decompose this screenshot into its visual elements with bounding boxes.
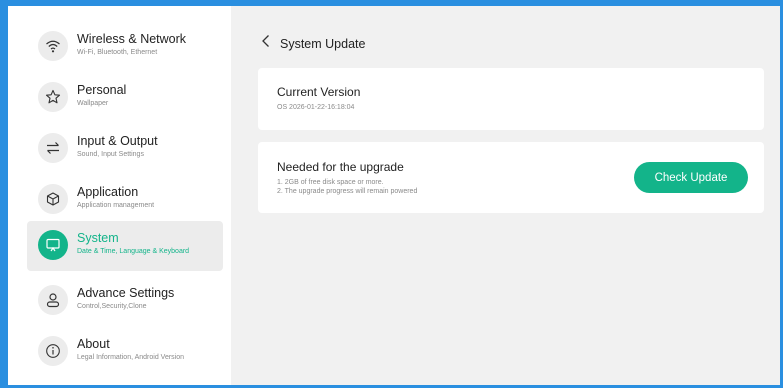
- sidebar-item-about[interactable]: About Legal Information, Android Version: [27, 327, 223, 377]
- sidebar-item-personal[interactable]: Personal Wallpaper: [27, 73, 223, 123]
- main-content: System Update Current Version OS 2026-01…: [231, 6, 780, 385]
- cube-icon: [38, 184, 68, 214]
- sidebar-item-title: Input & Output: [77, 134, 158, 148]
- sidebar-item-subtitle: Wallpaper: [77, 100, 109, 107]
- sidebar-item-advance-settings[interactable]: Advance Settings Control,Security,Clone: [27, 276, 223, 326]
- monitor-icon: [38, 230, 68, 260]
- sidebar-item-title: Advance Settings: [77, 286, 175, 300]
- page-title: System Update: [280, 36, 366, 51]
- check-update-button[interactable]: Check Update: [634, 162, 748, 193]
- sidebar-item-system[interactable]: System Date & Time, Language & Keyboard: [27, 221, 223, 271]
- current-version-card: Current Version OS 2026-01-22-16:18:04: [258, 68, 764, 130]
- sidebar-item-subtitle: Date & Time, Language & Keyboard: [77, 248, 190, 255]
- requirement-line: 1. 2GB of free disk space or more.: [277, 179, 384, 186]
- sidebar-item-wireless-network[interactable]: Wireless & Network Wi-Fi, Bluetooth, Eth…: [27, 22, 223, 72]
- upgrade-card: Needed for the upgrade 1. 2GB of free di…: [258, 142, 764, 213]
- sidebar-item-input-output[interactable]: Input & Output Sound, Input Settings: [27, 124, 223, 174]
- current-version-value: OS 2026-01-22-16:18:04: [277, 104, 355, 111]
- sidebar-item-title: Personal: [77, 83, 127, 97]
- sidebar-item-subtitle: Sound, Input Settings: [77, 151, 144, 158]
- chevron-left-icon: [261, 34, 271, 53]
- sidebar-item-title: About: [77, 337, 110, 351]
- current-version-title: Current Version: [277, 85, 361, 99]
- requirement-line: 2. The upgrade progress will remain powe…: [277, 187, 418, 195]
- sidebar-item-subtitle: Legal Information, Android Version: [77, 354, 185, 361]
- sidebar-item-subtitle: Application management: [77, 202, 155, 209]
- settings-sidebar: Wireless & Network Wi-Fi, Bluetooth, Eth…: [8, 6, 231, 385]
- star-icon: [38, 82, 68, 112]
- sidebar-item-title: Wireless & Network: [77, 32, 187, 46]
- wifi-icon: [38, 31, 68, 61]
- swap-arrows-icon: [38, 133, 68, 163]
- sidebar-item-title: Application: [77, 185, 139, 199]
- sidebar-item-subtitle: Wi-Fi, Bluetooth, Ethernet: [77, 49, 158, 56]
- back-button[interactable]: System Update: [261, 34, 365, 53]
- sidebar-item-title: System: [77, 231, 119, 245]
- upgrade-requirements: 1. 2GB of free disk space or more. 2. Th…: [277, 179, 417, 196]
- sidebar-item-application[interactable]: Application Application management: [27, 175, 223, 225]
- sidebar-item-subtitle: Control,Security,Clone: [77, 303, 147, 310]
- info-icon: [38, 336, 68, 366]
- user-icon: [38, 285, 68, 315]
- upgrade-title: Needed for the upgrade: [277, 160, 404, 174]
